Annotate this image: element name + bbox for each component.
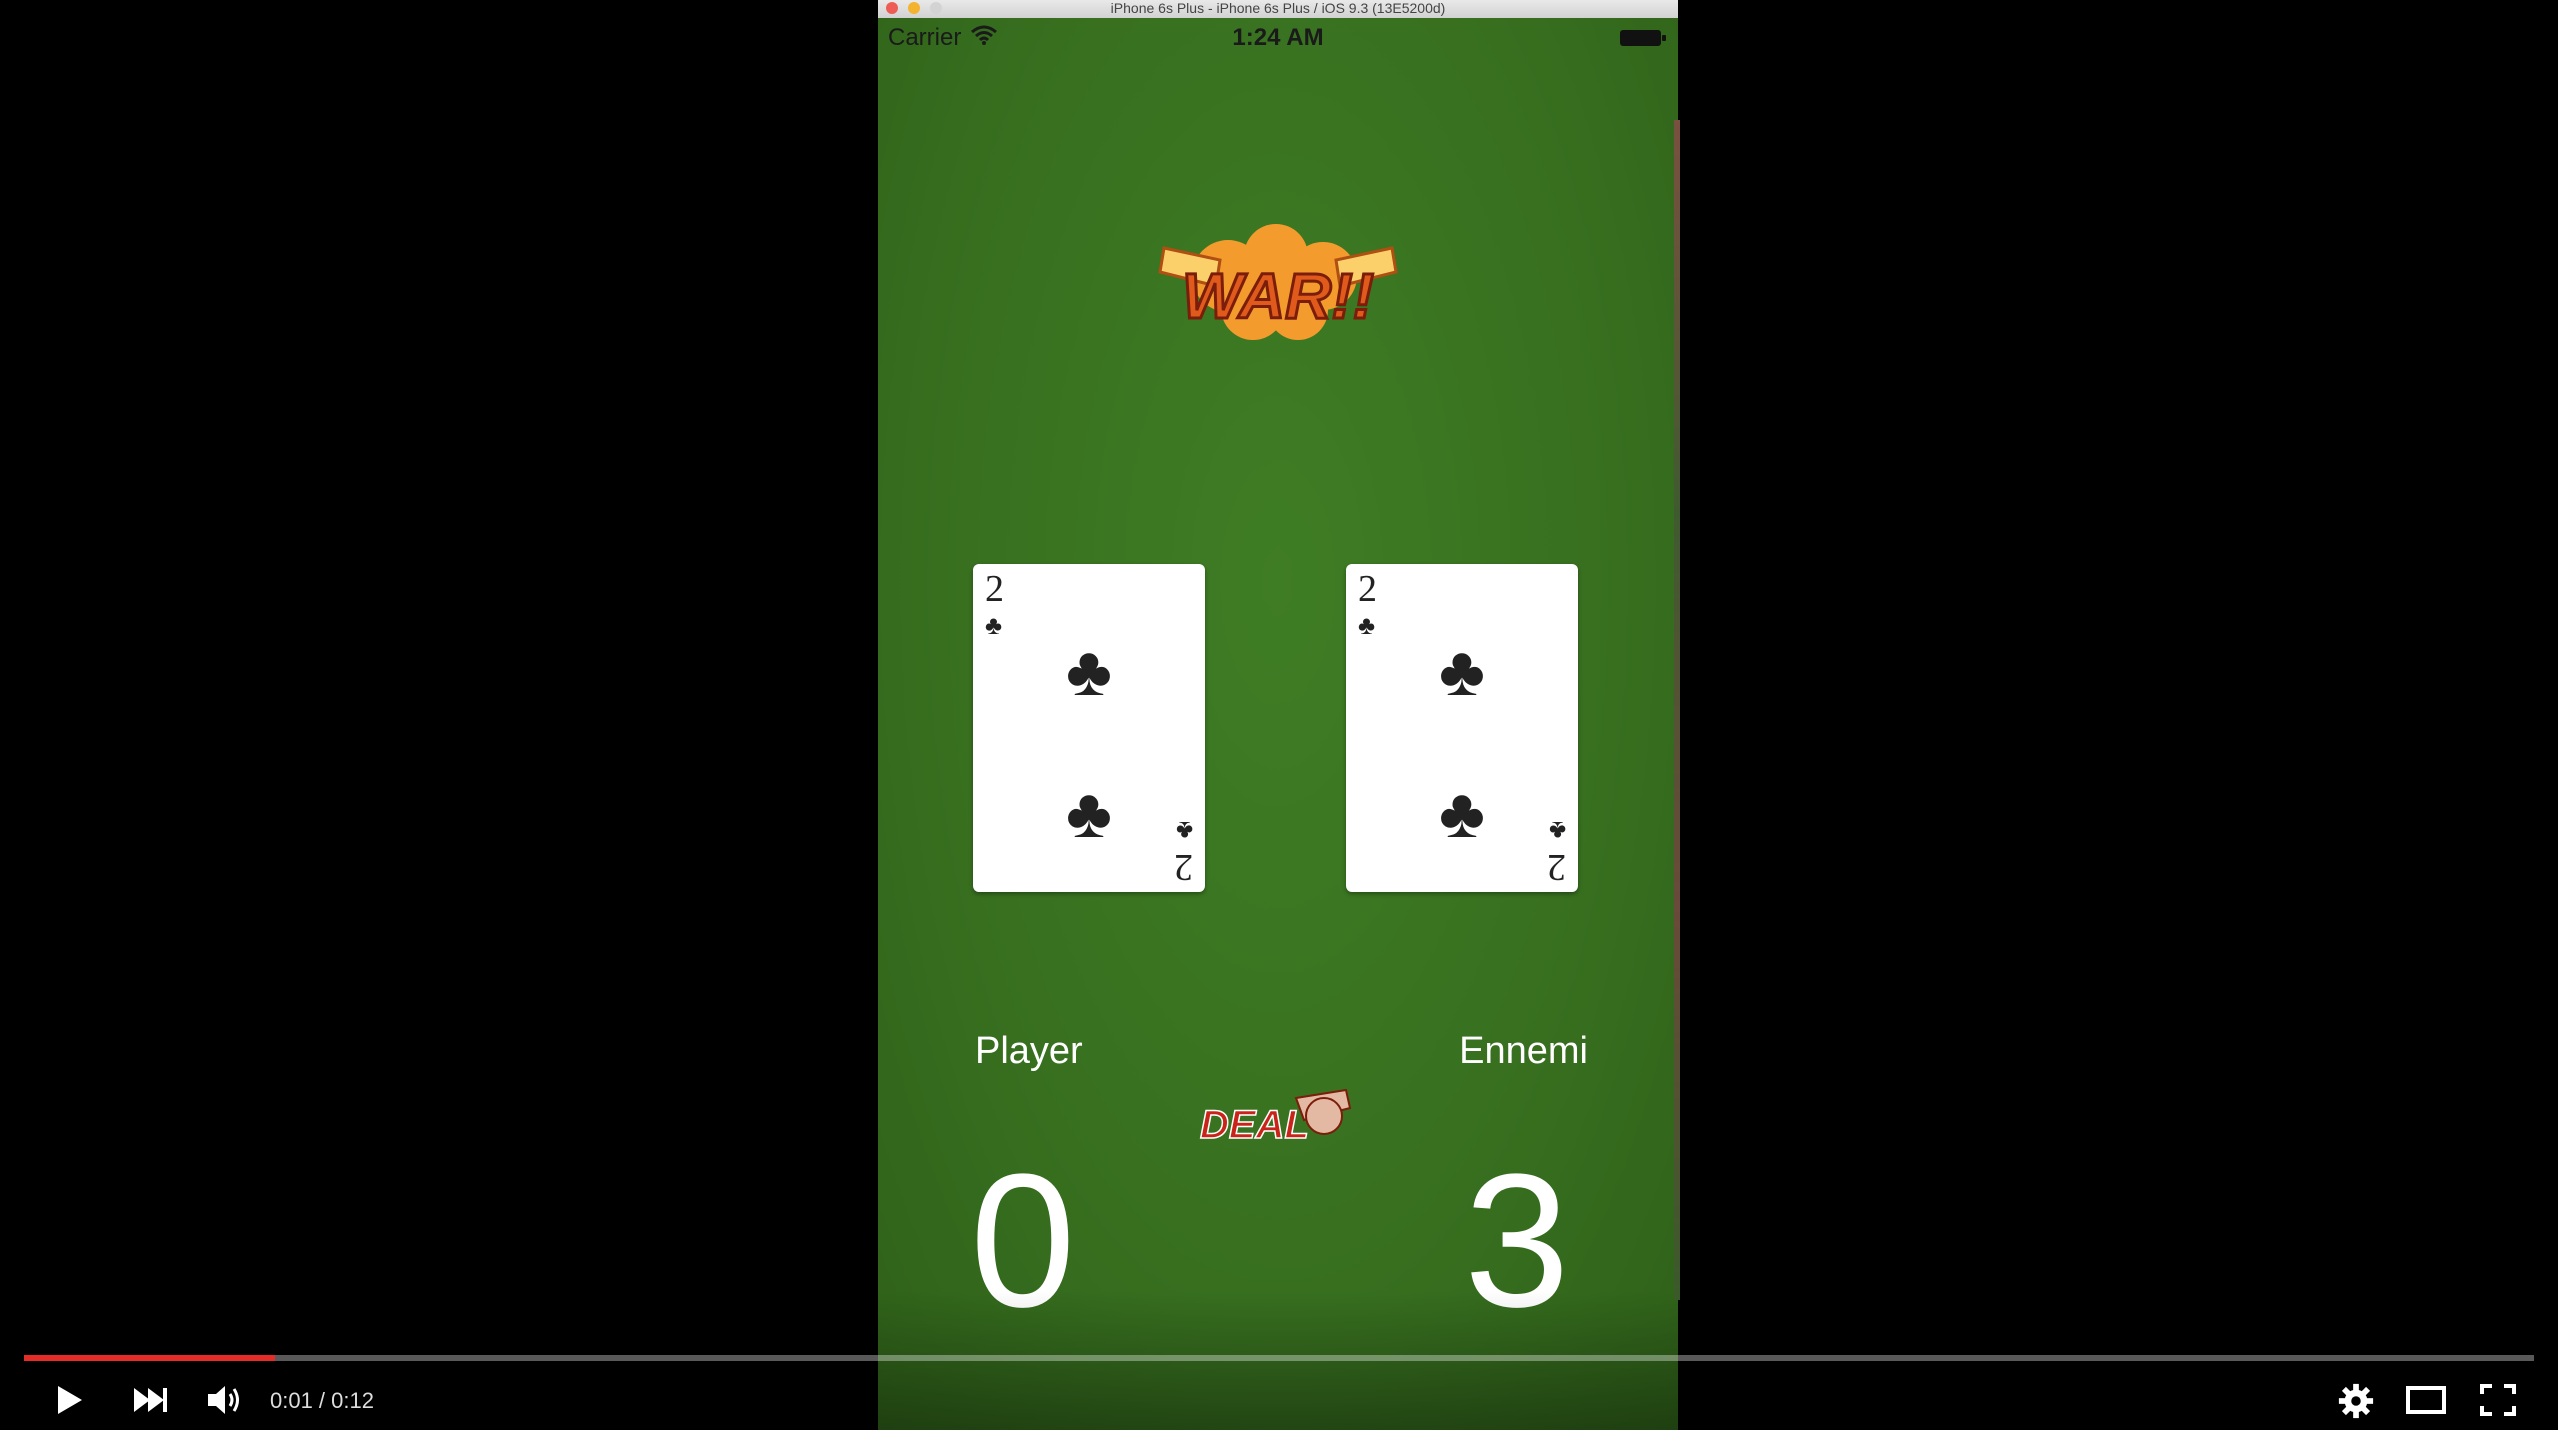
- ios-status-bar: Carrier 1:24 AM: [878, 18, 1678, 58]
- player-score: 0: [970, 1135, 1076, 1347]
- card-rank: 2: [1174, 846, 1193, 888]
- card-rank: 2: [985, 568, 1004, 610]
- simulator-title: iPhone 6s Plus - iPhone 6s Plus / iOS 9.…: [1110, 0, 1446, 16]
- video-progress-bar[interactable]: [24, 1355, 2534, 1361]
- time-display: 0:01 / 0:12: [270, 1388, 374, 1413]
- card-rank: 2: [1358, 568, 1377, 610]
- status-time: 1:24 AM: [1232, 24, 1324, 51]
- club-icon: ♣: [1066, 774, 1112, 852]
- game-screen: Carrier 1:24 AM WAR!! 2 ♣ ♣ ♣ ♣ 2 2 ♣ ♣ …: [878, 18, 1678, 1430]
- simulator-titlebar: iPhone 6s Plus - iPhone 6s Plus / iOS 9.…: [878, 0, 1678, 18]
- player-card: 2 ♣ ♣ ♣ ♣ 2: [973, 564, 1205, 892]
- zoom-window-icon[interactable]: [930, 2, 942, 14]
- video-stage: iPhone 6s Plus - iPhone 6s Plus / iOS 9.…: [0, 0, 2558, 1430]
- play-icon[interactable]: [50, 1382, 86, 1418]
- settings-icon[interactable]: [2336, 1382, 2376, 1420]
- club-icon: ♣: [985, 610, 1003, 640]
- club-icon: ♣: [1066, 632, 1112, 710]
- deal-label: DEAL: [1200, 1103, 1309, 1147]
- club-icon: ♣: [1548, 816, 1566, 846]
- window-controls: [886, 2, 942, 14]
- fullscreen-icon[interactable]: [2478, 1382, 2518, 1418]
- club-icon: ♣: [1358, 610, 1376, 640]
- window-edge: [1674, 120, 1680, 1300]
- club-icon: ♣: [1175, 816, 1193, 846]
- deal-button[interactable]: DEAL: [1196, 1086, 1354, 1156]
- video-controls: 0:01 / 0:12: [0, 1370, 2558, 1430]
- club-icon: ♣: [1439, 632, 1485, 710]
- player-label: Player: [975, 1030, 1083, 1072]
- war-logo: WAR!!: [1158, 224, 1398, 340]
- card-rank: 2: [1547, 846, 1566, 888]
- club-icon: ♣: [1439, 774, 1485, 852]
- close-window-icon[interactable]: [886, 2, 898, 14]
- logo-text: WAR!!: [1182, 260, 1374, 332]
- next-icon[interactable]: [130, 1382, 170, 1418]
- enemy-score: 3: [1464, 1135, 1570, 1347]
- enemy-card: 2 ♣ ♣ ♣ ♣ 2: [1346, 564, 1578, 892]
- theater-icon[interactable]: [2404, 1382, 2448, 1418]
- battery-icon: [1620, 30, 1666, 46]
- video-progress-fill: [24, 1355, 275, 1361]
- minimize-window-icon[interactable]: [908, 2, 920, 14]
- volume-icon[interactable]: [204, 1382, 244, 1418]
- enemy-label: Ennemi: [1459, 1030, 1588, 1072]
